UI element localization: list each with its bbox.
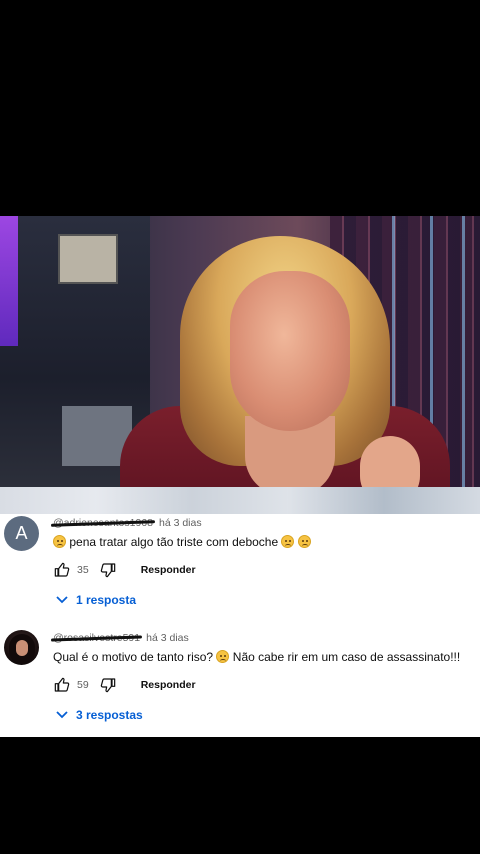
sad-emoji-icon (216, 650, 230, 663)
comment-item: @rosasilvestre591 há 3 dias Qual é o mot… (0, 612, 480, 737)
like-icon[interactable] (53, 676, 71, 694)
like-count: 35 (77, 564, 89, 576)
speaker-hand (360, 436, 420, 487)
studio-equipment (58, 234, 118, 284)
comment-time[interactable]: há 3 dias (159, 517, 202, 529)
comment-item: A @adrienesantos1968 há 3 dias pena trat… (0, 487, 480, 612)
comment-handle[interactable]: @rosasilvestre591 (53, 632, 140, 644)
comment-text-part2: Não cabe rir em um caso de assassinato!!… (232, 650, 461, 664)
speaker-face (230, 271, 350, 431)
comment-text: pena tratar algo tão triste com deboche (53, 535, 311, 549)
dislike-icon[interactable] (99, 676, 117, 694)
light-strip (462, 216, 465, 487)
bottom-black-bar (0, 737, 480, 854)
sad-emoji-icon (297, 535, 311, 548)
view-replies-button[interactable]: 1 resposta (56, 592, 136, 608)
comment-handle[interactable]: @adrienesantos1968 (53, 517, 153, 529)
chevron-down-icon (56, 708, 68, 722)
neon-light (0, 216, 18, 346)
video-speaker (120, 236, 450, 487)
like-icon[interactable] (53, 561, 71, 579)
avatar[interactable]: A (4, 516, 39, 551)
comment-text: Qual é o motivo de tanto riso? Não cabe … (53, 650, 460, 664)
avatar[interactable] (4, 630, 39, 665)
top-black-bar (0, 0, 480, 216)
sad-emoji-icon (53, 535, 66, 548)
comment-header: @rosasilvestre591 há 3 dias (53, 631, 189, 645)
replies-label: 3 respostas (76, 708, 143, 722)
avatar-face (16, 640, 28, 656)
replies-label: 1 resposta (76, 593, 137, 607)
comment-text-part1: Qual é o motivo de tanto riso? (53, 650, 214, 664)
view-replies-button[interactable]: 3 respostas (56, 707, 143, 723)
reply-button[interactable]: Responder (141, 564, 196, 576)
comment-actions: 59 Responder (53, 675, 196, 695)
dislike-icon[interactable] (99, 561, 117, 579)
comment-header: @adrienesantos1968 há 3 dias (53, 516, 202, 530)
comments-section: A @adrienesantos1968 há 3 dias pena trat… (0, 487, 480, 737)
comment-time[interactable]: há 3 dias (146, 632, 189, 644)
video-frame[interactable] (0, 216, 480, 487)
comment-text-body: pena tratar algo tão triste com deboche (69, 535, 279, 549)
like-count: 59 (77, 679, 89, 691)
sad-emoji-icon (281, 535, 295, 548)
chevron-down-icon (56, 593, 68, 607)
comment-actions: 35 Responder (53, 560, 196, 580)
reply-button[interactable]: Responder (141, 679, 196, 691)
